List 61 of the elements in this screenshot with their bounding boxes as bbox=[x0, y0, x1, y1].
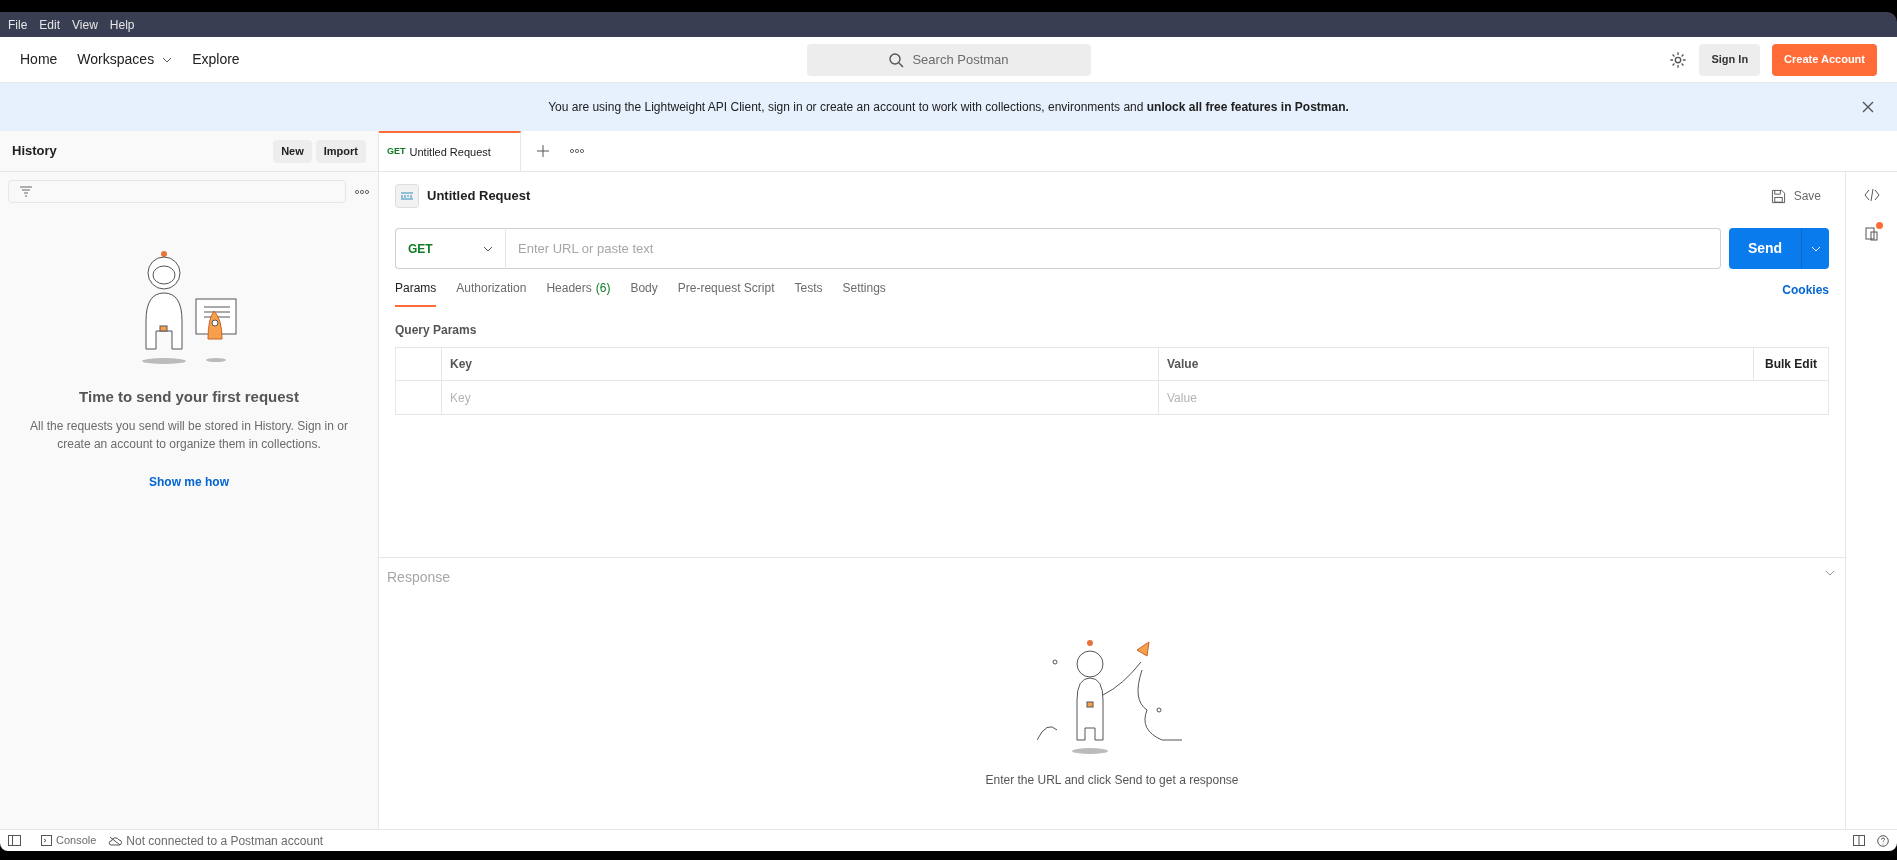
request-tab[interactable]: GET Untitled Request bbox=[379, 131, 521, 171]
request-name: Untitled Request bbox=[427, 187, 531, 206]
column-header: Key bbox=[450, 356, 472, 373]
url-input[interactable]: Enter URL or paste text bbox=[505, 228, 1721, 269]
request-option-tab[interactable]: Authorization bbox=[456, 269, 527, 307]
sidebar-button[interactable]: New bbox=[273, 139, 312, 163]
save-icon bbox=[1770, 188, 1786, 204]
nav-link[interactable]: Home bbox=[20, 49, 58, 70]
request-option-tab[interactable]: Body bbox=[630, 269, 658, 307]
response-title: Response bbox=[387, 568, 451, 587]
sidebar-button[interactable]: Import bbox=[315, 139, 366, 163]
send-button[interactable]: Send bbox=[1729, 228, 1801, 269]
plus-icon[interactable] bbox=[537, 145, 549, 157]
request-option-tab[interactable]: Headers (6) bbox=[546, 269, 611, 307]
banner-message: You are using the Lightweight API Client, sign in or create an account to work with collections, environments and unlock all free features in Postman. bbox=[548, 99, 1349, 116]
more-icon[interactable] bbox=[569, 148, 585, 154]
close-icon[interactable] bbox=[1861, 100, 1875, 114]
document-icon[interactable] bbox=[1863, 225, 1880, 241]
search-icon bbox=[888, 51, 905, 68]
menu-item[interactable]: File bbox=[8, 15, 28, 34]
key-input[interactable]: Key bbox=[442, 388, 1158, 407]
filter-field[interactable] bbox=[8, 180, 346, 203]
cloud-icon bbox=[108, 835, 123, 846]
response-hint: Enter the URL and click Send to get a response bbox=[985, 772, 1239, 789]
cookies-link[interactable]: Cookies bbox=[1782, 281, 1829, 299]
chevron-down-icon bbox=[1810, 245, 1821, 252]
section-heading: Query Params bbox=[395, 322, 477, 339]
menu-item[interactable]: Help bbox=[109, 15, 135, 34]
empty-state-text: All the requests you send will be stored in History. Sign in or create an account to organize them in collections. bbox=[29, 417, 349, 453]
empty-state-title: Time to send your first request bbox=[79, 387, 299, 407]
value-input[interactable]: Value bbox=[1159, 388, 1828, 407]
menu-item[interactable]: Edit bbox=[39, 15, 61, 34]
column-header: Value bbox=[1167, 356, 1199, 373]
more-icon[interactable] bbox=[354, 188, 370, 195]
save-button[interactable]: Save bbox=[1762, 182, 1829, 210]
sign-in-button[interactable]: Sign In bbox=[1699, 43, 1761, 76]
request-option-tab[interactable]: Params bbox=[395, 269, 437, 307]
connection-status: Not connected to a Postman account bbox=[126, 832, 324, 850]
console-button[interactable]: Console bbox=[41, 832, 97, 849]
nav-link[interactable]: Explore bbox=[192, 49, 240, 70]
menu-item[interactable]: View bbox=[72, 15, 98, 34]
chevron-down-icon bbox=[483, 245, 493, 252]
search-placeholder: Search Postman bbox=[912, 50, 1009, 69]
sidebar-toggle-icon[interactable] bbox=[8, 835, 21, 846]
request-option-tab[interactable]: Pre-request Script bbox=[677, 269, 775, 307]
filter-icon bbox=[19, 185, 33, 198]
settings-icon[interactable] bbox=[1669, 50, 1688, 69]
help-icon[interactable] bbox=[1877, 834, 1889, 847]
request-option-tab[interactable]: Tests bbox=[794, 269, 823, 307]
layout-icon[interactable] bbox=[1853, 835, 1865, 846]
bulk-edit-button[interactable]: Bulk Edit bbox=[1765, 355, 1817, 373]
nav-link[interactable]: Workspaces bbox=[77, 49, 173, 70]
console-icon bbox=[41, 835, 52, 846]
sidebar-title: History bbox=[12, 142, 57, 161]
chevron-down-icon bbox=[162, 56, 173, 63]
request-option-tab[interactable]: Settings bbox=[842, 269, 886, 307]
code-icon[interactable] bbox=[1863, 189, 1880, 201]
search-field[interactable]: Search Postman bbox=[806, 43, 1091, 76]
show-me-how-link[interactable]: Show me how bbox=[149, 472, 229, 491]
chevron-down-icon[interactable] bbox=[1825, 570, 1835, 576]
http-icon bbox=[395, 184, 419, 208]
